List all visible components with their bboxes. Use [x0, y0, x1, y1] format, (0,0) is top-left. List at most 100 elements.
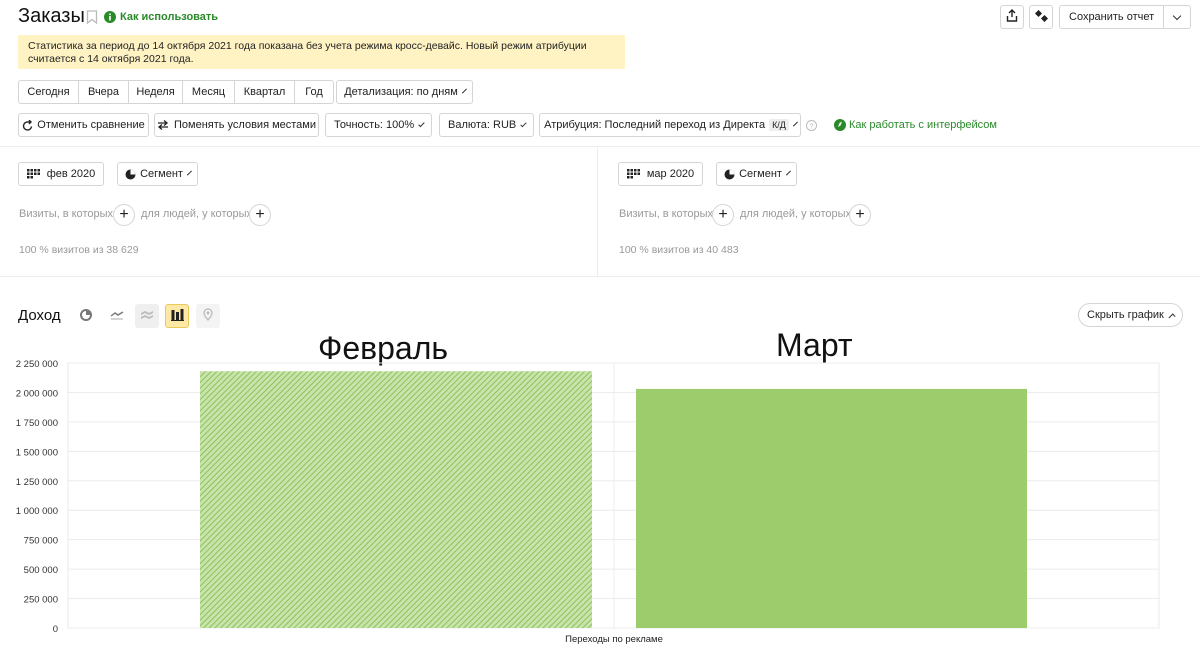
left-add-visit-condition-button[interactable]: +	[113, 204, 135, 226]
divider	[0, 276, 1200, 277]
line-chart-icon	[110, 310, 124, 323]
right-segment-label: Сегмент	[739, 168, 782, 180]
save-report-group: Сохранить отчет	[1059, 5, 1192, 29]
y-tick-label: 500 000	[24, 565, 58, 576]
bar-chart-icon	[170, 308, 184, 324]
chevron-up-icon	[1168, 312, 1176, 321]
pie-chart-icon	[80, 308, 92, 324]
detail-label: Детализация: по дням	[344, 86, 458, 98]
left-date-picker[interactable]: фев 2020	[18, 162, 104, 186]
pie-icon	[125, 169, 136, 180]
bar-february[interactable]	[200, 371, 592, 628]
chevron-down-icon	[186, 170, 192, 175]
period-year[interactable]: Год	[295, 81, 333, 103]
chevron-down-icon	[792, 121, 798, 126]
period-month[interactable]: Месяц	[183, 81, 235, 103]
hide-chart-label: Скрыть график	[1087, 309, 1164, 321]
y-tick-label: 2 000 000	[16, 388, 58, 399]
page-title: Заказы	[18, 5, 85, 27]
period-yesterday[interactable]: Вчера	[79, 81, 129, 103]
area-chart-icon	[140, 309, 154, 324]
chart-type-pie[interactable]	[74, 304, 98, 328]
attribution-label: Атрибуция: Последний переход из Директа	[544, 119, 766, 131]
y-tick-label: 2 250 000	[16, 359, 58, 370]
currency-dropdown[interactable]: Валюта: RUB	[439, 113, 534, 137]
left-date-label: фев 2020	[46, 168, 96, 180]
compare-mode-button[interactable]	[1029, 5, 1053, 29]
hide-chart-button[interactable]: Скрыть график	[1078, 303, 1183, 327]
right-add-people-condition-button[interactable]: +	[849, 204, 871, 226]
bar-march[interactable]	[636, 388, 1027, 628]
period-quarter[interactable]: Квартал	[235, 81, 295, 103]
left-summary: 100 % визитов из 38 629	[19, 244, 139, 256]
calendar-icon	[26, 169, 41, 179]
y-tick-label: 0	[53, 624, 58, 635]
guide-icon	[834, 119, 846, 134]
left-segment-dropdown[interactable]: Сегмент	[117, 162, 198, 186]
y-tick-label: 1 250 000	[16, 477, 58, 488]
chart-type-map[interactable]	[196, 304, 220, 328]
chart-type-bar[interactable]	[165, 304, 189, 328]
attribution-badge: К/Д	[769, 119, 789, 131]
notice-line-1: Статистика за период до 14 октября 2021 …	[28, 40, 587, 52]
pie-icon	[724, 169, 735, 180]
period-today[interactable]: Сегодня	[19, 81, 79, 103]
y-tick-label: 1 750 000	[16, 418, 58, 429]
y-tick-label: 1 000 000	[16, 506, 58, 517]
cancel-compare-button[interactable]: Отменить сравнение	[18, 113, 149, 137]
period-week[interactable]: Неделя	[129, 81, 183, 103]
right-people-label: для людей, у которых	[740, 208, 851, 220]
attribution-dropdown[interactable]: Атрибуция: Последний переход из Директа …	[539, 113, 801, 137]
left-people-label: для людей, у которых	[141, 208, 252, 220]
revenue-chart: 0 250 000 500 000 750 000 1 000 000 1 250 000…	[16, 359, 1160, 645]
y-tick-label: 250 000	[24, 595, 58, 606]
segment-divider	[597, 146, 598, 276]
right-date-label: мар 2020	[646, 168, 695, 180]
save-report-button[interactable]: Сохранить отчет	[1060, 6, 1165, 28]
accuracy-dropdown[interactable]: Точность: 100%	[325, 113, 432, 137]
how-to-work-link[interactable]: Как работать с интерфейсом	[849, 119, 997, 131]
info-icon	[104, 11, 116, 26]
currency-label: Валюта: RUB	[448, 119, 517, 131]
save-report-dropdown[interactable]	[1164, 6, 1190, 28]
right-add-visit-condition-button[interactable]: +	[712, 204, 734, 226]
chevron-down-icon	[520, 120, 527, 127]
left-add-people-condition-button[interactable]: +	[249, 204, 271, 226]
divider	[0, 146, 1200, 147]
swap-conditions-label: Поменять условия местами	[173, 119, 317, 131]
right-visits-label: Визиты, в которых	[619, 208, 713, 220]
detail-dropdown[interactable]: Детализация: по дням	[336, 80, 473, 104]
accuracy-label: Точность: 100%	[334, 119, 415, 131]
calendar-icon	[626, 169, 641, 179]
share-icon	[1006, 9, 1018, 25]
swap-icon	[157, 120, 169, 130]
svg-text:?: ?	[809, 121, 813, 130]
help-icon[interactable]: ?	[806, 120, 817, 134]
notice-line-2: считается с 14 октября 2021 года.	[28, 53, 194, 65]
cancel-compare-label: Отменить сравнение	[37, 119, 145, 131]
y-tick-label: 1 500 000	[16, 447, 58, 458]
x-category-label: Переходы по рекламе	[565, 634, 663, 645]
period-selector: Сегодня Вчера Неделя Месяц Квартал Год	[18, 80, 334, 104]
right-summary: 100 % визитов из 40 483	[619, 244, 739, 256]
share-button[interactable]	[1000, 5, 1024, 29]
chevron-down-icon	[461, 88, 467, 93]
notice-banner: Статистика за период до 14 октября 2021 …	[18, 35, 625, 69]
bookmark-icon[interactable]	[86, 10, 98, 27]
chevron-down-icon	[1172, 11, 1182, 20]
chevron-down-icon	[785, 170, 791, 175]
chart-type-area[interactable]	[135, 304, 159, 328]
y-tick-label: 750 000	[24, 536, 58, 547]
chart-title: Доход	[18, 307, 61, 324]
undo-icon	[22, 119, 33, 131]
swap-conditions-button[interactable]: Поменять условия местами	[154, 113, 319, 137]
compare-icon	[1034, 9, 1048, 25]
map-pin-icon	[203, 308, 213, 324]
left-segment-label: Сегмент	[140, 168, 183, 180]
right-segment-dropdown[interactable]: Сегмент	[716, 162, 797, 186]
chevron-down-icon	[418, 120, 425, 127]
how-to-use-link[interactable]: Как использовать	[120, 11, 218, 23]
left-visits-label: Визиты, в которых	[19, 208, 113, 220]
chart-type-line[interactable]	[105, 304, 129, 328]
right-date-picker[interactable]: мар 2020	[618, 162, 703, 186]
